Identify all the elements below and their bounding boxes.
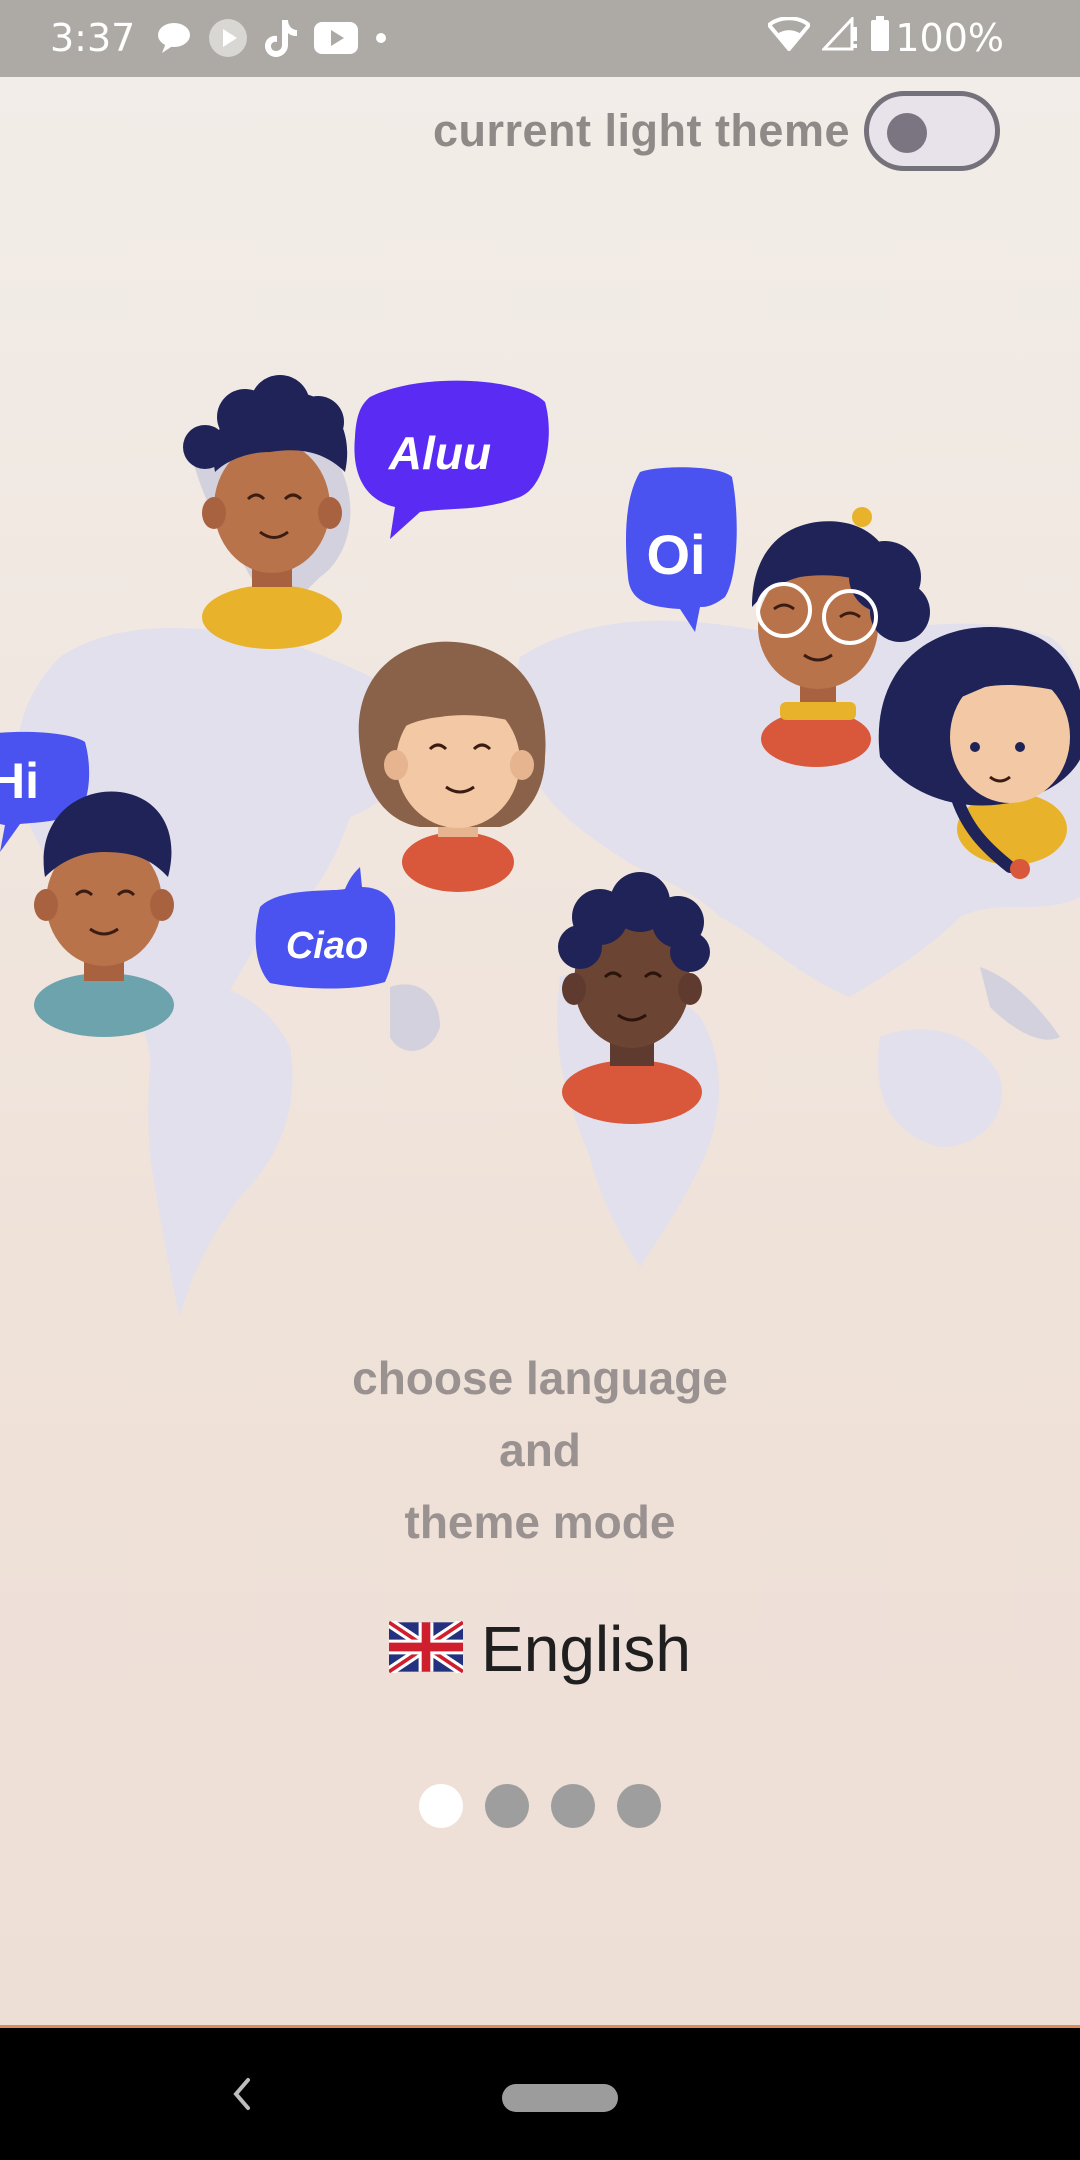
onboarding-screen: current light theme Aluu Oi Hi Ciao choo… [0, 77, 1080, 2027]
headline-line-2: and [499, 1424, 581, 1476]
bubble-ciao-text: Ciao [286, 925, 368, 967]
toggle-knob [887, 113, 927, 153]
headline-line-3: theme mode [404, 1496, 676, 1548]
chat-bubble-icon [156, 21, 192, 55]
home-pill-button[interactable] [502, 2084, 618, 2112]
bubble-oi-text: Oi [646, 523, 705, 586]
uk-flag-icon [386, 1617, 466, 1678]
navigation-bar [0, 2028, 1080, 2160]
page-dot-2[interactable] [485, 1784, 529, 1828]
person-bottom-center [558, 872, 710, 1124]
page-dot-4[interactable] [617, 1784, 661, 1828]
system-icons [768, 16, 890, 52]
back-icon[interactable] [224, 2076, 260, 2112]
tiktok-icon [264, 18, 298, 58]
world-people-illustration: Aluu Oi Hi Ciao [0, 375, 1080, 1317]
headline-line-1: choose language [352, 1352, 728, 1404]
theme-toggle[interactable] [864, 91, 1000, 171]
person-top-left [183, 375, 348, 649]
status-bar: 3:37 100% [0, 0, 1080, 77]
page-indicator [0, 1784, 1080, 1828]
dot-icon [374, 31, 388, 45]
status-time: 3:37 [50, 16, 136, 60]
theme-switch-row: current light theme [433, 91, 1000, 171]
theme-label: current light theme [432, 105, 850, 156]
person-left-teal [34, 791, 174, 1037]
person-center-brown-hair [358, 641, 546, 892]
play-icon [208, 18, 248, 58]
bubble-aluu-text: Aluu [388, 427, 491, 479]
signal-icon [822, 17, 858, 51]
page-dot-3[interactable] [551, 1784, 595, 1828]
battery-percent: 100% [895, 16, 1004, 60]
bubble-aluu: Aluu [354, 380, 549, 539]
bubble-oi: Oi [625, 467, 737, 632]
bubble-hi-text: Hi [0, 753, 39, 809]
onboarding-headline: choose language and theme mode [0, 1342, 1080, 1558]
page-dot-1[interactable] [419, 1784, 463, 1828]
battery-icon [870, 16, 890, 52]
notification-icons [156, 18, 388, 58]
language-selector[interactable]: English [0, 1612, 1080, 1686]
wifi-icon [768, 17, 810, 51]
youtube-icon [314, 22, 358, 54]
language-label: English [481, 1613, 691, 1685]
